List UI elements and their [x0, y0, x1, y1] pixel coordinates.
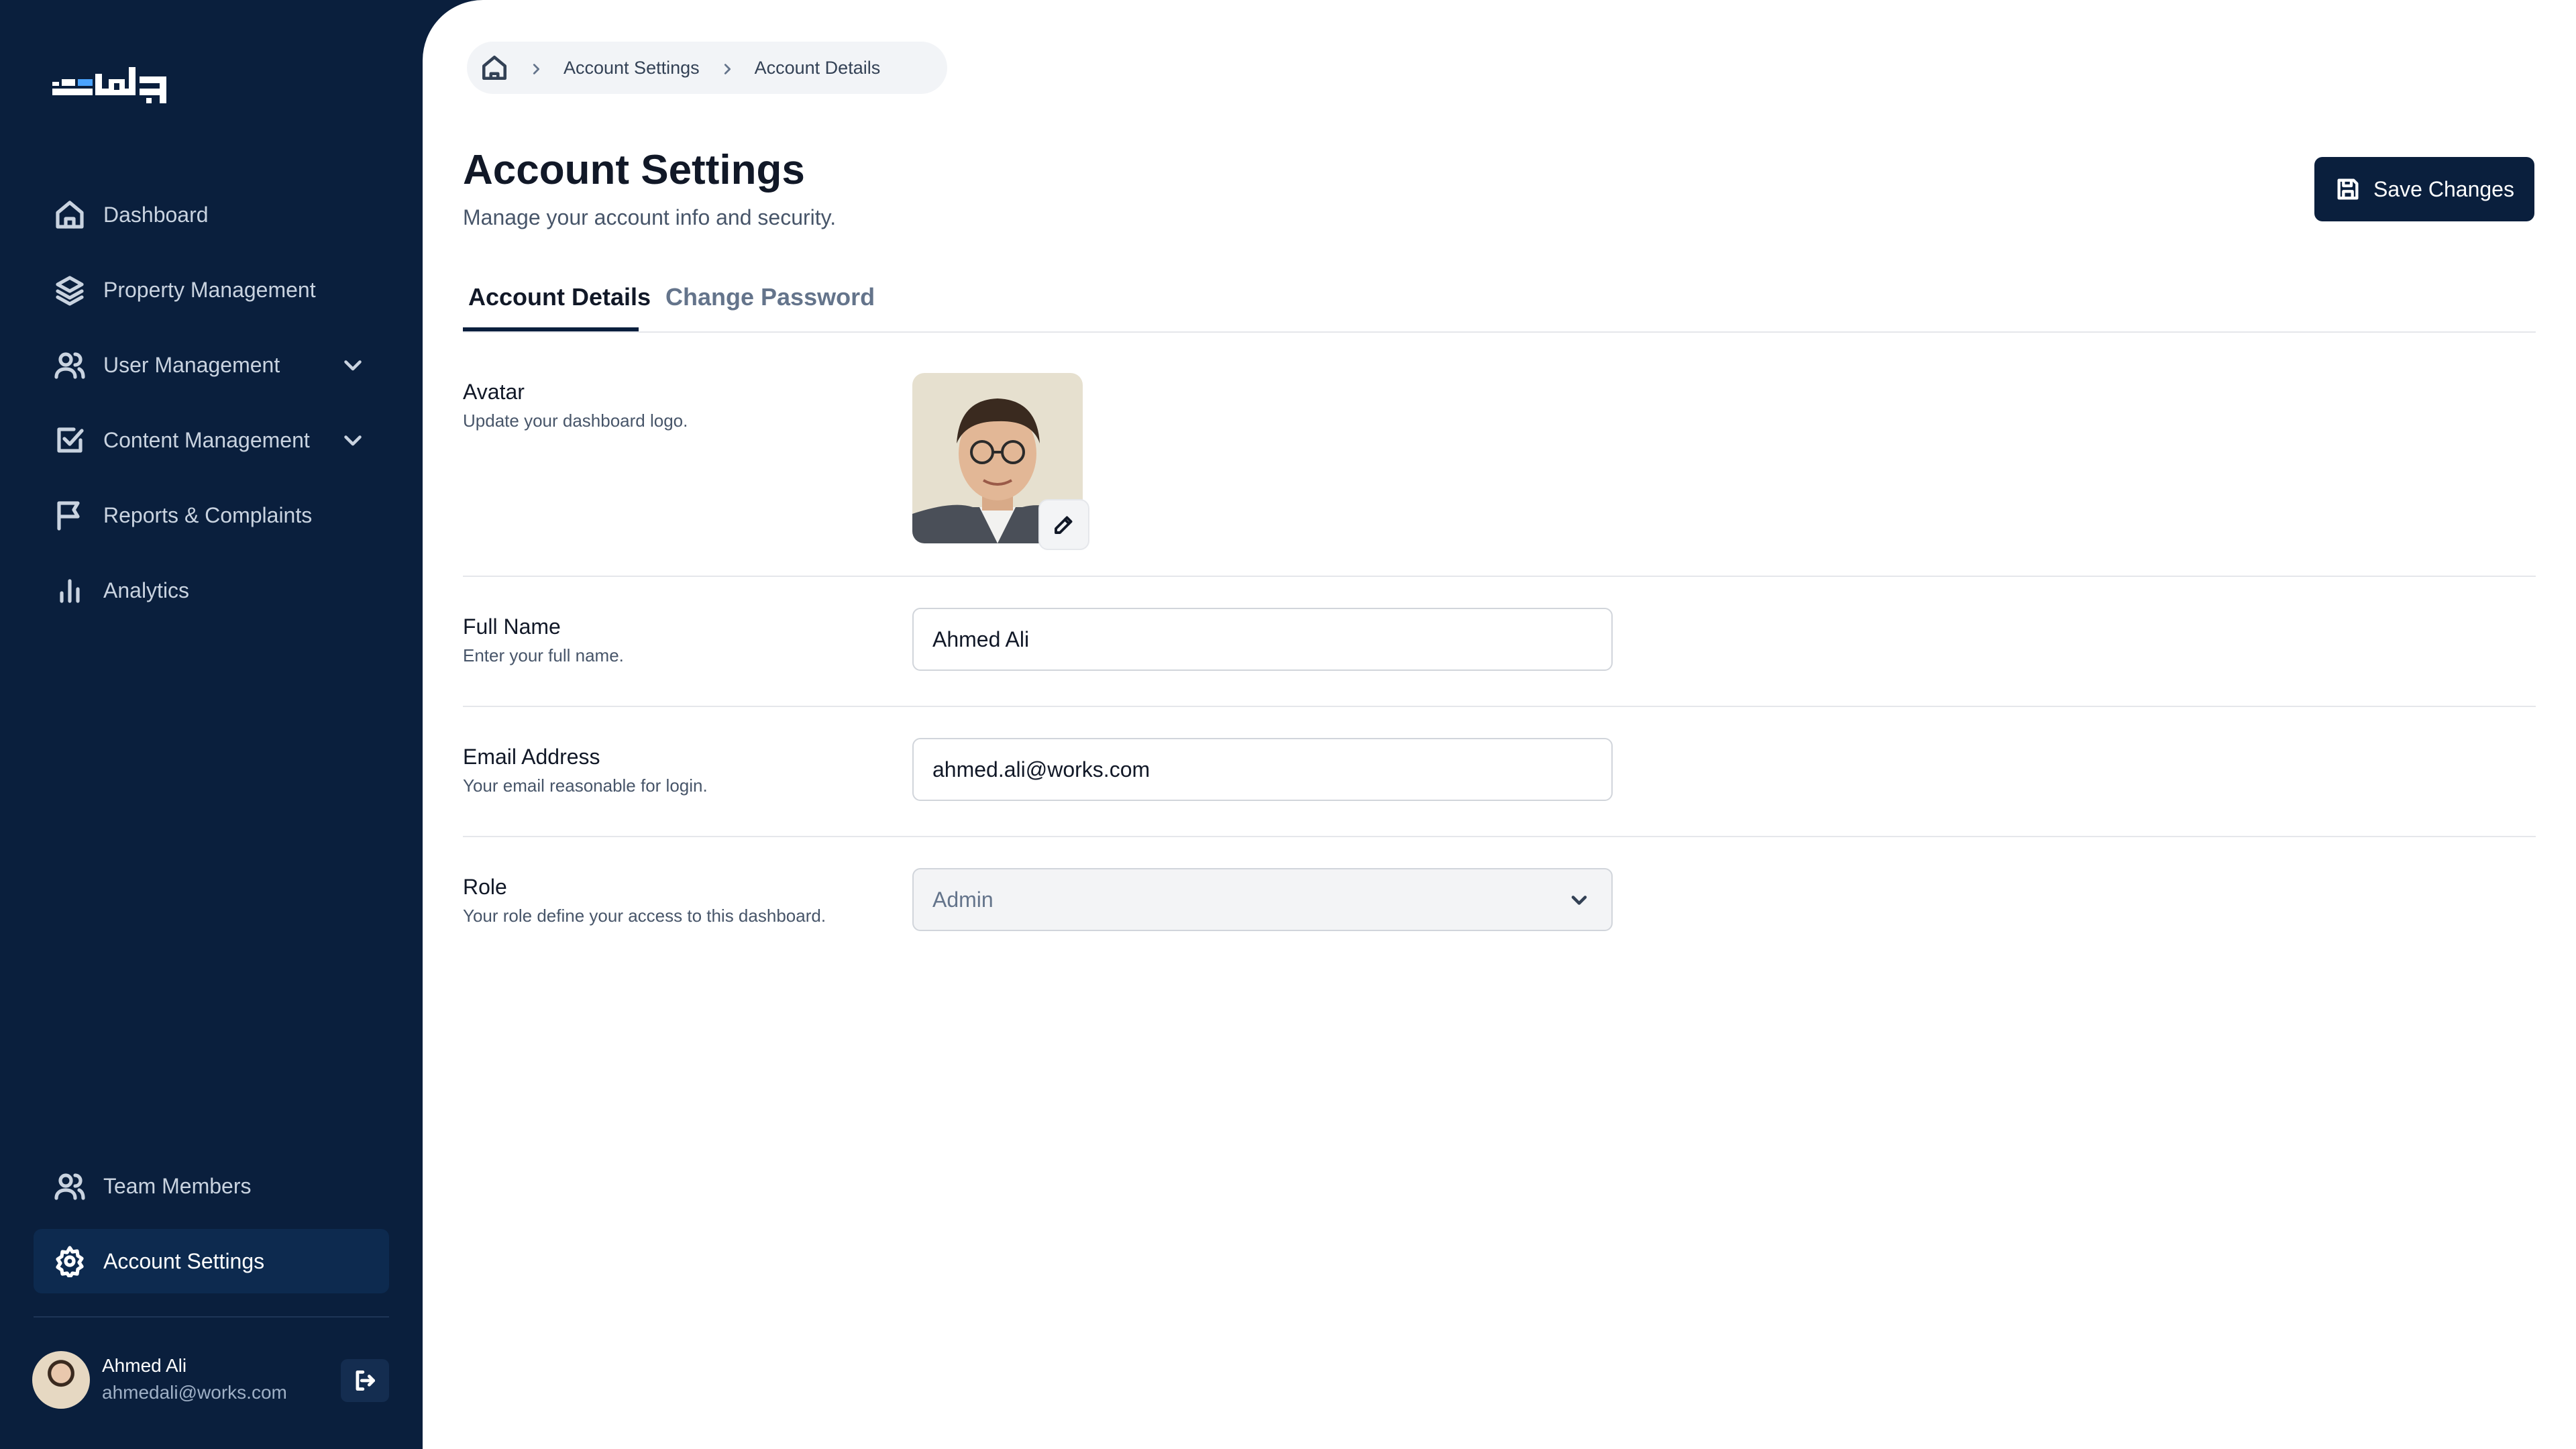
edit-avatar-button[interactable]: [1038, 499, 1089, 550]
sidebar-item-label: Team Members: [103, 1173, 252, 1198]
role-description: Your role define your access to this das…: [463, 906, 826, 926]
sidebar-item-team-members[interactable]: Team Members: [34, 1154, 389, 1218]
sidebar-divider: [34, 1316, 389, 1318]
user-email: ahmedali@works.com: [102, 1382, 287, 1403]
sidebar-item-reports[interactable]: Reports & Complaints: [34, 483, 389, 547]
tab-account-details[interactable]: Account Details: [468, 283, 651, 311]
chevron-down-icon: [1567, 888, 1591, 912]
tab-active-indicator: [463, 327, 639, 331]
avatar-description: Update your dashboard logo.: [463, 411, 688, 431]
save-button-label: Save Changes: [2373, 176, 2514, 201]
sidebar-item-label: User Management: [103, 352, 280, 377]
save-button[interactable]: Save Changes: [2314, 157, 2534, 221]
row-divider: [463, 706, 2536, 707]
brand-logo[interactable]: [52, 62, 180, 109]
sidebar-item-label: Reports & Complaints: [103, 502, 313, 527]
sidebar-item-property-management[interactable]: Property Management: [34, 258, 389, 322]
home-icon: [54, 199, 86, 231]
full-name-description: Enter your full name.: [463, 645, 624, 665]
breadcrumb-item-current: Account Details: [754, 57, 881, 78]
row-divider: [463, 836, 2536, 837]
sidebar-item-account-settings[interactable]: Account Settings: [34, 1229, 389, 1293]
users-icon: [54, 1170, 86, 1202]
sidebar-item-analytics[interactable]: Analytics: [34, 558, 389, 623]
users-icon: [54, 349, 86, 381]
home-icon[interactable]: [480, 54, 508, 82]
layers-icon: [54, 274, 86, 306]
avatar-label: Avatar: [463, 380, 525, 404]
sidebar-item-label: Content Management: [103, 427, 310, 452]
email-label: Email Address: [463, 745, 600, 769]
check-square-icon: [54, 424, 86, 456]
chevron-right-icon: [720, 60, 735, 75]
sidebar-item-dashboard[interactable]: Dashboard: [34, 182, 389, 247]
save-icon: [2337, 178, 2359, 200]
full-name-label: Full Name: [463, 614, 561, 639]
chevron-right-icon: [529, 60, 543, 75]
sidebar: Dashboard Property Management User Manag…: [0, 0, 423, 1449]
row-divider: [463, 576, 2536, 577]
sidebar-item-label: Account Settings: [103, 1248, 265, 1273]
avatar[interactable]: [32, 1351, 90, 1409]
flag-icon: [54, 499, 86, 531]
bar-chart-icon: [54, 574, 86, 606]
pencil-icon: [1055, 516, 1073, 534]
sidebar-item-label: Property Management: [103, 277, 316, 302]
full-name-field[interactable]: Ahmed Ali: [912, 608, 1613, 671]
full-name-value: Ahmed Ali: [932, 627, 1030, 651]
user-profile: Ahmed Ali ahmedali@works.com: [32, 1351, 390, 1409]
role-label: Role: [463, 875, 507, 899]
logout-button[interactable]: [341, 1359, 389, 1402]
gear-icon: [54, 1245, 86, 1277]
email-value: ahmed.ali@works.com: [932, 757, 1150, 782]
sidebar-item-user-management[interactable]: User Management: [34, 333, 389, 397]
page-title: Account Settings: [463, 147, 805, 193]
user-name: Ahmed Ali: [102, 1355, 187, 1376]
logout-icon: [356, 1370, 376, 1391]
email-field[interactable]: ahmed.ali@works.com: [912, 738, 1613, 801]
chevron-down-icon[interactable]: [341, 353, 365, 377]
email-description: Your email reasonable for login.: [463, 775, 708, 796]
sidebar-item-label: Analytics: [103, 578, 190, 602]
role-select[interactable]: Admin: [912, 868, 1613, 931]
breadcrumb: Account Settings Account Details: [467, 42, 947, 94]
sidebar-item-content-management[interactable]: Content Management: [34, 408, 389, 472]
sidebar-item-label: Dashboard: [103, 202, 209, 227]
tab-change-password[interactable]: Change Password: [665, 283, 875, 311]
breadcrumb-item[interactable]: Account Settings: [564, 58, 700, 78]
main-content: Account Settings Account Details Account…: [423, 0, 2576, 1449]
role-value: Admin: [932, 887, 994, 912]
page-subtitle: Manage your account info and security.: [463, 205, 837, 229]
tabs: Account Details Change Password: [463, 268, 2536, 333]
chevron-down-icon[interactable]: [341, 428, 365, 452]
